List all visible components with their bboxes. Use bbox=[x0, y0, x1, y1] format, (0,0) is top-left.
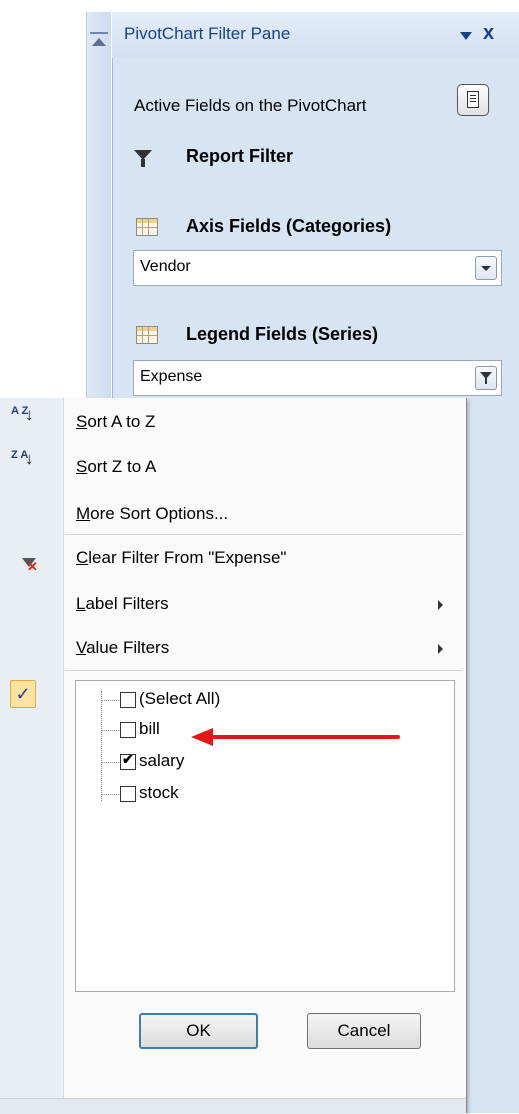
layout-icon bbox=[467, 91, 479, 108]
legend-fields-label: Legend Fields (Series) bbox=[186, 324, 379, 344]
scroll-up-arrow-icon[interactable] bbox=[92, 38, 106, 46]
tree-connector bbox=[101, 691, 102, 801]
submenu-arrow-icon bbox=[438, 644, 443, 654]
menu-separator bbox=[65, 534, 462, 535]
menu-item-clear-filter[interactable]: Clear Filter From "Expense" bbox=[76, 548, 286, 568]
grid-icon bbox=[136, 218, 158, 236]
clear-filter-label: lear Filter From "Expense" bbox=[88, 548, 287, 567]
annotation-arrow bbox=[210, 735, 400, 739]
filter-dropdown-icon bbox=[480, 372, 492, 384]
label-filters-label: abel Filters bbox=[85, 594, 169, 613]
clear-filter-accel: C bbox=[76, 548, 89, 567]
clear-filter-icon bbox=[22, 558, 38, 575]
menu-item-more-sort-options[interactable]: More Sort Options... bbox=[76, 504, 228, 524]
sort-za-accel: S bbox=[76, 457, 88, 476]
menu-item-label-filters[interactable]: Label Filters bbox=[76, 594, 169, 614]
axis-field-dropdown-button[interactable] bbox=[475, 256, 497, 280]
more-sort-label: ore Sort Options... bbox=[90, 504, 229, 523]
menu-icon-gutter bbox=[0, 398, 64, 1113]
cancel-button[interactable]: Cancel bbox=[307, 1013, 421, 1049]
list-item-label: stock bbox=[139, 783, 179, 802]
list-item-label: salary bbox=[139, 751, 185, 770]
checkbox-bill[interactable] bbox=[120, 722, 136, 738]
sort-az-label: ort A to Z bbox=[87, 412, 156, 431]
menu-item-sort-z-to-a[interactable]: Sort Z to A bbox=[76, 457, 156, 477]
value-filters-accel: V bbox=[76, 638, 87, 657]
menu-item-sort-a-to-z[interactable]: Sort A to Z bbox=[76, 412, 155, 432]
legend-field-filter-button[interactable] bbox=[475, 366, 497, 390]
sort-az-icon: A Z ↓ bbox=[11, 405, 34, 424]
menu-separator bbox=[65, 670, 462, 671]
value-filters-label: alue Filters bbox=[86, 638, 170, 657]
menu-resize-grip[interactable] bbox=[0, 1098, 466, 1114]
sort-za-label: ort Z to A bbox=[87, 457, 157, 476]
report-filter-label: Report Filter bbox=[186, 146, 294, 166]
field-list-layout-button[interactable] bbox=[457, 84, 489, 116]
list-item-label: bill bbox=[139, 719, 160, 738]
menu-item-value-filters[interactable]: Value Filters bbox=[76, 638, 169, 658]
submenu-arrow-icon bbox=[438, 600, 443, 610]
list-item-label: (Select All) bbox=[139, 689, 221, 708]
check-glyph: ✔ bbox=[122, 751, 134, 767]
active-fields-label: Active Fields on the PivotChart bbox=[134, 96, 367, 115]
sort-az-accel: S bbox=[76, 412, 88, 431]
checkbox-salary[interactable]: ✔ bbox=[120, 751, 136, 770]
dropdown-arrow-icon bbox=[481, 266, 491, 271]
checkbox-stock[interactable] bbox=[120, 786, 136, 802]
axis-field-dropdown[interactable]: Vendor bbox=[133, 250, 502, 286]
ok-button[interactable]: OK bbox=[139, 1013, 258, 1049]
legend-field-dropdown[interactable]: Expense bbox=[133, 360, 502, 396]
more-sort-accel: M bbox=[76, 504, 91, 523]
checkbox-select-all[interactable] bbox=[120, 692, 136, 708]
axis-field-value: Vendor bbox=[140, 258, 191, 275]
filter-values-list[interactable]: (Select All) bill ✔ salary stock bbox=[75, 680, 455, 992]
funnel-icon bbox=[134, 150, 152, 167]
scroll-grip-icon bbox=[90, 18, 108, 34]
checkmark-icon: ✓ bbox=[10, 680, 36, 708]
legend-field-value: Expense bbox=[140, 368, 203, 385]
pane-options-dropdown-icon[interactable] bbox=[460, 32, 472, 40]
pane-title: PivotChart Filter Pane bbox=[124, 24, 291, 43]
sort-za-icon: Z A ↓ bbox=[11, 449, 34, 468]
axis-fields-label: Axis Fields (Categories) bbox=[186, 216, 392, 236]
pane-close-button[interactable]: x bbox=[483, 22, 494, 45]
filter-dropdown-menu: A Z ↓ Sort A to Z Z A ↓ Sort Z to A More… bbox=[0, 398, 467, 1114]
grid-icon bbox=[136, 326, 158, 344]
